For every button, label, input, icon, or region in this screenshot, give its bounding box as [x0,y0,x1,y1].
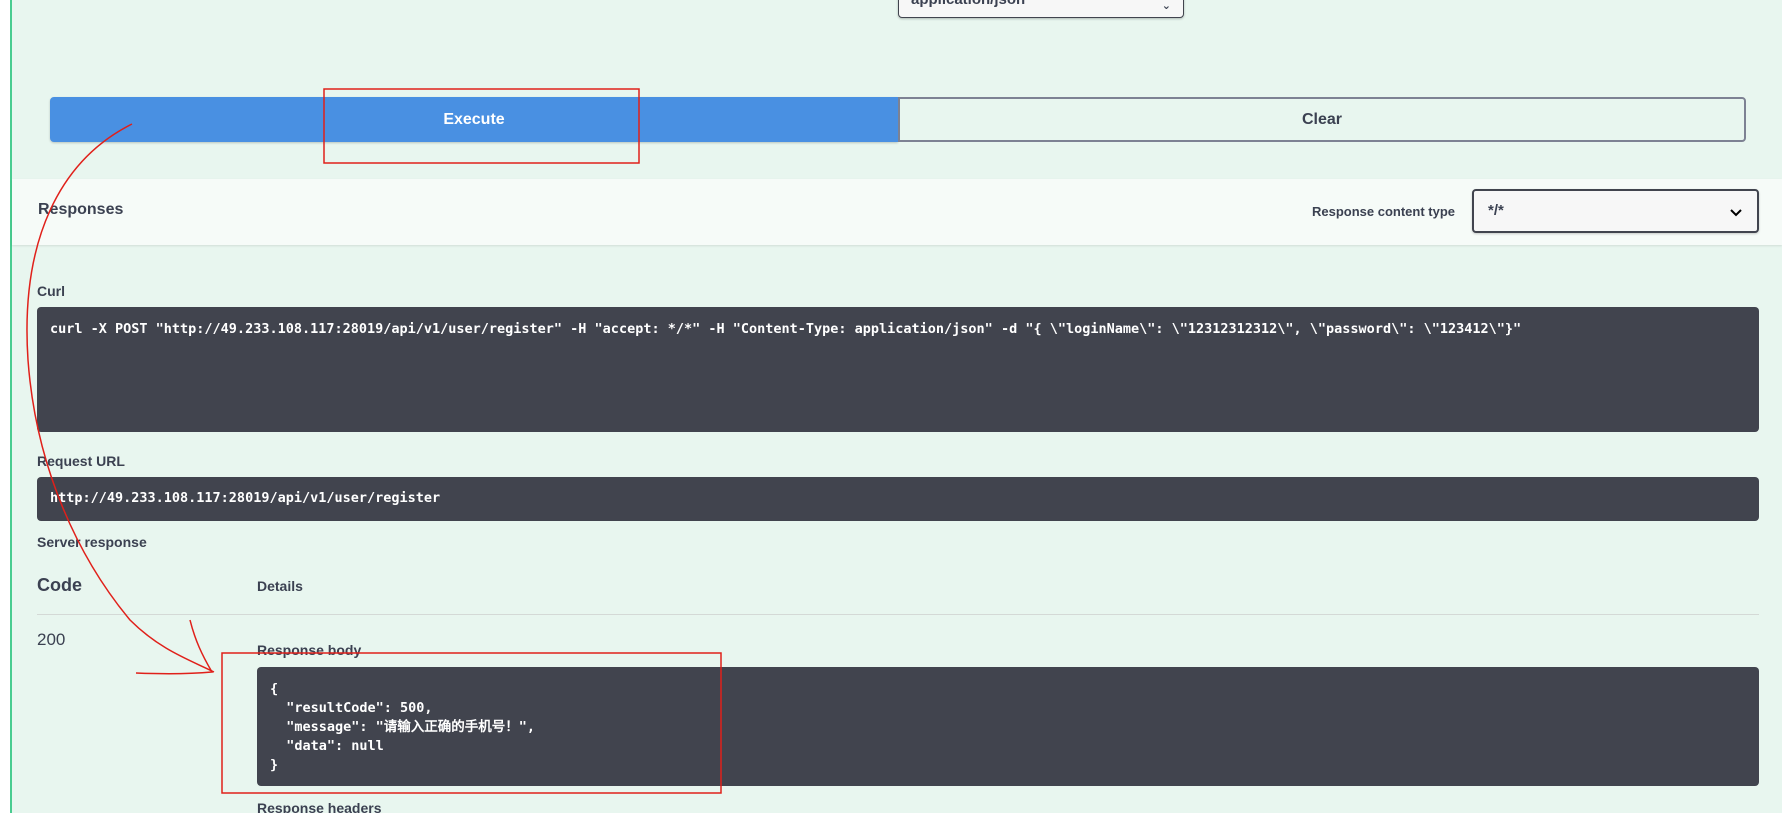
execute-wrapper: Execute Clear [50,97,1746,142]
server-response-label: Server response [37,534,147,550]
responses-title: Responses [38,201,124,218]
clear-button[interactable]: Clear [898,97,1746,142]
swagger-page: application/json ⌄ Execute Clear Respons… [0,0,1782,813]
request-url-box[interactable]: http://49.233.108.117:28019/api/v1/user/… [37,477,1759,521]
response-body-box[interactable]: { "resultCode": 500, "message": "请输入正确的手… [257,667,1759,786]
response-body-label: Response body [257,642,362,658]
response-content-type-label: Response content type [1312,204,1456,219]
request-url-label: Request URL [37,453,125,469]
responses-header: Responses Response content type */* [12,179,1782,245]
parameter-content-type-value: application/json [911,0,1025,8]
details-column-header: Details [257,578,303,594]
curl-command-box[interactable]: curl -X POST "http://49.233.108.117:2801… [37,307,1759,432]
parameter-content-type-select[interactable]: application/json ⌄ [898,0,1184,18]
response-headers-label: Response headers [257,800,382,813]
response-content-type-select[interactable]: */* [1472,189,1759,233]
code-column-header: Code [37,575,82,595]
response-content-type-value: */* [1488,202,1504,219]
curl-label: Curl [37,283,65,299]
chevron-down-icon [1730,209,1742,217]
execute-button[interactable]: Execute [50,97,898,142]
responses-table-header: Code Details [37,575,1759,615]
chevron-down-icon: ⌄ [1161,0,1171,12]
response-status-code: 200 [37,630,66,649]
